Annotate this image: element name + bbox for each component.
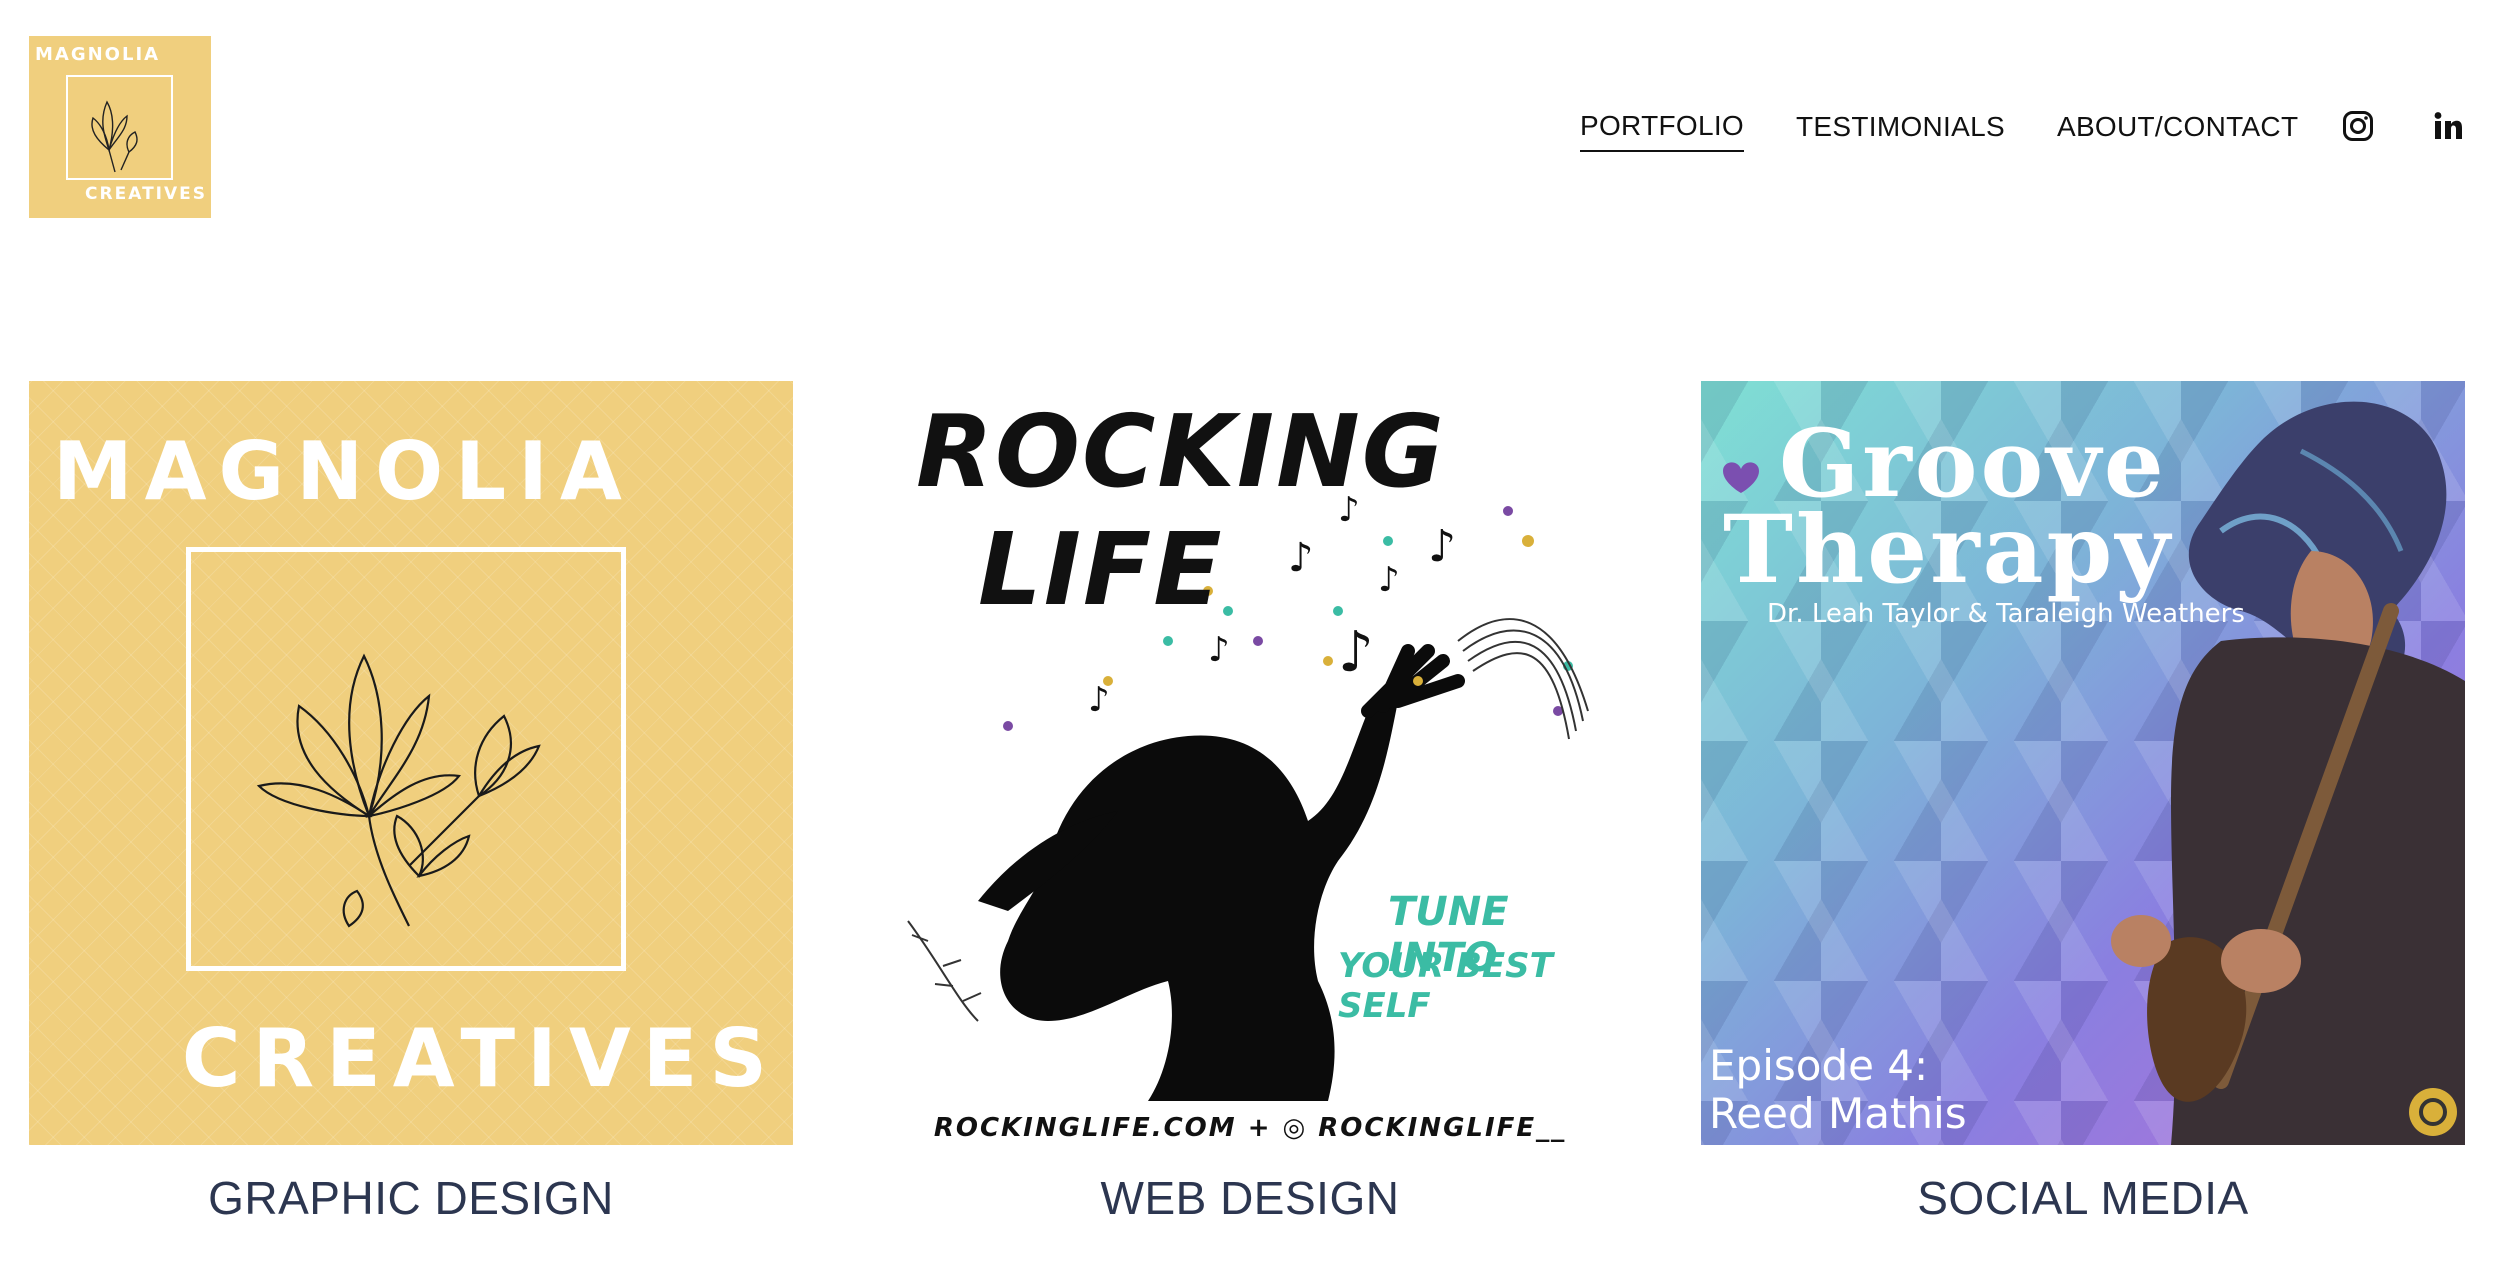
- nav-about-contact[interactable]: ABOUT/CONTACT: [2057, 109, 2298, 151]
- svg-text:♪: ♪: [1428, 521, 1456, 572]
- art-title-therapy: Therapy: [1723, 495, 2173, 605]
- nav-portfolio[interactable]: PORTFOLIO: [1580, 108, 1744, 152]
- svg-text:♪: ♪: [1338, 620, 1374, 685]
- art-footer-links: ROCKINGLIFE.COM + ◎ ROCKINGLIFE__: [933, 1113, 1567, 1143]
- social-links: [2342, 110, 2464, 142]
- linkedin-icon[interactable]: [2432, 110, 2464, 142]
- svg-text:♪: ♪: [1288, 535, 1314, 581]
- portfolio-card-graphic-design[interactable]: MAGNOLIA CREATIVES GRAPHIC DESIGN: [29, 381, 793, 1225]
- art-word-creatives: CREATIVES: [181, 1012, 779, 1105]
- magnolia-illustration-icon: [256, 653, 541, 928]
- art-hosts: Dr. Leah Taylor & Taraleigh Weathers: [1767, 599, 2245, 629]
- art-title-rocking: ROCKING: [916, 393, 1446, 510]
- main-navigation: PORTFOLIO TESTIMONIALS ABOUT/CONTACT: [1580, 108, 2298, 152]
- svg-text:♪: ♪: [1088, 680, 1110, 720]
- magnolia-flower-icon: [91, 100, 138, 173]
- logo-text-top: MAGNOLIA: [35, 44, 161, 65]
- svg-text:♪: ♪: [1208, 630, 1230, 670]
- svg-text:♪: ♪: [1378, 560, 1400, 600]
- caption-graphic-design[interactable]: GRAPHIC DESIGN: [29, 1171, 793, 1225]
- caption-social-media[interactable]: SOCIAL MEDIA: [1701, 1171, 2465, 1225]
- art-guest: Reed Mathis: [1709, 1089, 1967, 1138]
- portfolio-card-social-media[interactable]: Groove Therapy Dr. Leah Taylor & Taralei…: [1701, 381, 2465, 1225]
- art-episode: Episode 4:: [1709, 1041, 1929, 1090]
- logo-text-bottom: CREATIVES: [85, 184, 207, 204]
- nav-testimonials[interactable]: TESTIMONIALS: [1796, 109, 2005, 151]
- art-tagline-2: YOUR BEST SELF: [1338, 946, 1553, 1026]
- web-design-image[interactable]: ♪ ♪ ♪ ♪ ♪ ♪ ♪ ROCKING LIFE TUNE INTO YOU…: [868, 381, 1632, 1145]
- art-word-magnolia: MAGNOLIA: [53, 425, 634, 518]
- art-title-life: LIFE: [978, 511, 1224, 628]
- caption-web-design[interactable]: WEB DESIGN: [868, 1171, 1632, 1225]
- portfolio-card-web-design[interactable]: ♪ ♪ ♪ ♪ ♪ ♪ ♪ ROCKING LIFE TUNE INTO YOU…: [868, 381, 1632, 1225]
- graphic-design-image[interactable]: MAGNOLIA CREATIVES: [29, 381, 793, 1145]
- social-media-image[interactable]: Groove Therapy Dr. Leah Taylor & Taralei…: [1701, 381, 2465, 1145]
- instagram-icon[interactable]: [2342, 110, 2374, 142]
- site-logo[interactable]: MAGNOLIA CREATIVES: [29, 36, 211, 218]
